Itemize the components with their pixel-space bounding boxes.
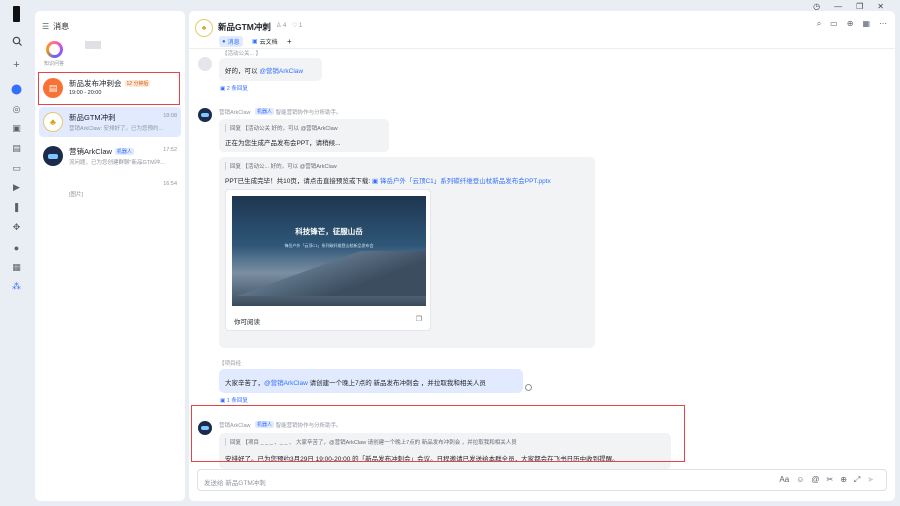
chat-icon[interactable]	[10, 83, 23, 96]
reply-count-link[interactable]: ▣ 1 条回复	[220, 396, 248, 404]
quote-header: 【活动公关... 】	[222, 51, 262, 57]
user-avatar	[198, 57, 212, 71]
message-bubble[interactable]: 回复 【活动公关 好的，可以 @营销ArkClaw 正在为您生成产品发布会PPT…	[219, 119, 389, 152]
tab-messages[interactable]: ● 消息	[219, 36, 243, 47]
bot-badge: 机器人	[114, 148, 134, 155]
message-text: 好的，可以 @营销ArkClaw	[225, 68, 304, 75]
conversation-time: 16:54	[163, 181, 177, 187]
input-placeholder: 发送给 新品GTM冲刺	[204, 480, 266, 487]
calendar-icon[interactable]: ▦	[862, 19, 870, 29]
app-rail: + ◎ ▣ ▤ ▭ ▶ ❚ ✥ ● ▦ ⁂	[0, 0, 33, 506]
conversation-item-arkclaw[interactable]: 营销ArkClaw 机器人 流问题，已为您创建群聊"新品GTM冲... 17:52	[39, 141, 181, 171]
group-avatar: ♣	[195, 19, 213, 37]
base-icon[interactable]: ▦	[10, 261, 23, 274]
conversation-subtitle: 流问题，已为您创建群聊"新品GTM冲...	[69, 160, 165, 166]
calendar-icon[interactable]: ▣	[10, 122, 23, 135]
knowledge-qa-label: 知识问答	[43, 61, 64, 67]
filter-icon[interactable]: ☰	[42, 22, 49, 31]
tab-cloud-docs[interactable]: ▣ 云文档	[249, 36, 281, 47]
knowledge-qa[interactable]: 知识问答	[40, 41, 68, 67]
chat-title: 新品GTM冲刺	[218, 22, 271, 32]
conversation-item-gtm[interactable]: ♣ 新品GTM冲刺 营销ArkClaw: 安排好了。已为您预约... 18:08	[39, 107, 181, 137]
highlight-box	[38, 72, 180, 105]
bot-header: 营销ArkClaw 机器人 智能营销协作与分析助手。	[219, 108, 342, 116]
docs-icon[interactable]: ▤	[10, 142, 23, 155]
add-icon[interactable]: +	[10, 58, 23, 71]
window-controls: ◷ — ❐ ✕	[813, 2, 884, 11]
input-toolbar: Aa ☺ @ ✂ ⊕ ⤢ ➤	[779, 475, 874, 485]
apps-icon[interactable]: ✥	[10, 221, 23, 234]
expand-icon[interactable]: ⤢	[854, 475, 860, 485]
group-avatar: ♣	[43, 112, 63, 132]
minimize-icon[interactable]: —	[834, 2, 842, 11]
reply-quote: 回复 【活动公关 好的，可以 @营销ArkClaw	[225, 124, 338, 132]
conversation-subtitle: 营销ArkClaw: 安排好了。已为您预约...	[69, 126, 164, 132]
read-status-icon	[525, 384, 532, 391]
contacts-icon[interactable]: ●	[10, 241, 23, 254]
bot-avatar	[43, 146, 63, 166]
ppt-title: 科技锋芒，征服山岳	[295, 227, 363, 236]
message-bubble[interactable]: 好的，可以 @营销ArkClaw	[219, 58, 322, 81]
like-count[interactable]: ♡ 1	[292, 22, 302, 29]
member-count[interactable]: ♙ 4	[276, 22, 286, 29]
conversation-subtitle: [图片]	[69, 192, 84, 198]
bot-avatar	[198, 108, 212, 122]
send-icon[interactable]: ➤	[867, 475, 874, 485]
more-icon[interactable]: ⋯	[879, 19, 887, 29]
more-apps-icon[interactable]: ⁂	[10, 280, 23, 293]
search-icon[interactable]	[10, 34, 23, 47]
history-icon[interactable]: ◷	[813, 2, 820, 11]
ppt-preview-card[interactable]: 科技锋芒，征服山岳 锋岳户外「云顶C1」系列碳纤维登山杖新品发布会 你可阅读 ❐	[225, 189, 431, 331]
conversation-title: 消息	[53, 21, 70, 31]
wiki-icon[interactable]: ❚	[10, 201, 23, 214]
mail-icon[interactable]: ▭	[10, 162, 23, 175]
sender-name: 【项目经	[219, 361, 242, 367]
search-chat-icon[interactable]: ⌕	[817, 19, 821, 29]
text-format-icon[interactable]: Aa	[779, 475, 789, 485]
conversation-name: 营销ArkClaw 机器人	[69, 147, 134, 156]
conversation-header: ☰ 消息	[35, 11, 185, 41]
restore-icon[interactable]: ❐	[856, 2, 863, 11]
message-list: 【活动公关... 】 好的，可以 @营销ArkClaw ▣ 2 条回复 营销Ar…	[189, 49, 895, 469]
blurred-avatar	[85, 41, 101, 49]
mention-icon[interactable]: @	[811, 475, 819, 485]
emoji-icon[interactable]: ☺	[796, 475, 804, 485]
message-text: 正在为您生成产品发布会PPT，请稍候...	[225, 140, 341, 147]
conversation-time: 18:08	[163, 113, 177, 119]
workspace-icon[interactable]: ◎	[10, 103, 23, 116]
add-tab-button[interactable]: +	[284, 36, 295, 47]
message-bubble[interactable]: 回复 【活动公... 好的，可以 @营销ArkClaw PPT已生成完毕！共10…	[219, 157, 595, 348]
highlight-box	[191, 405, 685, 462]
reply-count-link[interactable]: ▣ 2 条回复	[220, 84, 248, 92]
conversation-time: 17:52	[163, 147, 177, 153]
ppt-footer-text: 你可阅读	[234, 319, 260, 326]
video-call-icon[interactable]: ▭	[830, 19, 838, 29]
ppt-cover-image: 科技锋芒，征服山岳 锋岳户外「云顶C1」系列碳纤维登山杖新品发布会	[232, 196, 426, 306]
mountain-shape	[232, 251, 426, 296]
header-actions: ⌕ ▭ ⊕ ▦ ⋯	[817, 19, 887, 29]
close-icon[interactable]: ✕	[877, 2, 884, 11]
chat-header: ♣ 新品GTM冲刺 ♙ 4 ♡ 1 ● 消息 ▣ 云文档 + ⌕ ▭ ⊕ ▦ ⋯	[189, 11, 895, 49]
file-link[interactable]: ▣ 锋岳户外「云顶C1」系列碳纤维登山杖新品发布会PPT.pptx	[372, 178, 551, 185]
reply-quote: 回复 【活动公... 好的，可以 @营销ArkClaw	[225, 162, 337, 170]
device-icon	[13, 6, 20, 22]
conversation-name: 新品GTM冲刺	[69, 113, 116, 122]
video-icon[interactable]: ▶	[10, 181, 23, 194]
add-icon[interactable]: ⊕	[840, 475, 847, 485]
add-member-icon[interactable]: ⊕	[847, 19, 854, 29]
message-text: 大家辛苦了，@营销ArkClaw 请创建一个晚上7点的 新品发布冲刺会 ，并拉取…	[225, 380, 486, 387]
message-bubble-self[interactable]: 大家辛苦了，@营销ArkClaw 请创建一个晚上7点的 新品发布冲刺会 ，并拉取…	[219, 369, 523, 393]
message-input[interactable]: 发送给 新品GTM冲刺 Aa ☺ @ ✂ ⊕ ⤢ ➤	[197, 469, 887, 491]
knowledge-qa-icon	[45, 41, 63, 58]
copy-icon[interactable]: ❐	[416, 315, 422, 323]
scissors-icon[interactable]: ✂	[826, 475, 833, 485]
conversation-item-other[interactable]: [图片] 16:54	[39, 175, 181, 205]
ppt-subtitle: 锋岳户外「云顶C1」系列碳纤维登山杖新品发布会	[284, 243, 374, 248]
message-text: PPT已生成完毕！共10页，请点击直接预览或下载: ▣ 锋岳户外「云顶C1」系列…	[225, 178, 551, 185]
